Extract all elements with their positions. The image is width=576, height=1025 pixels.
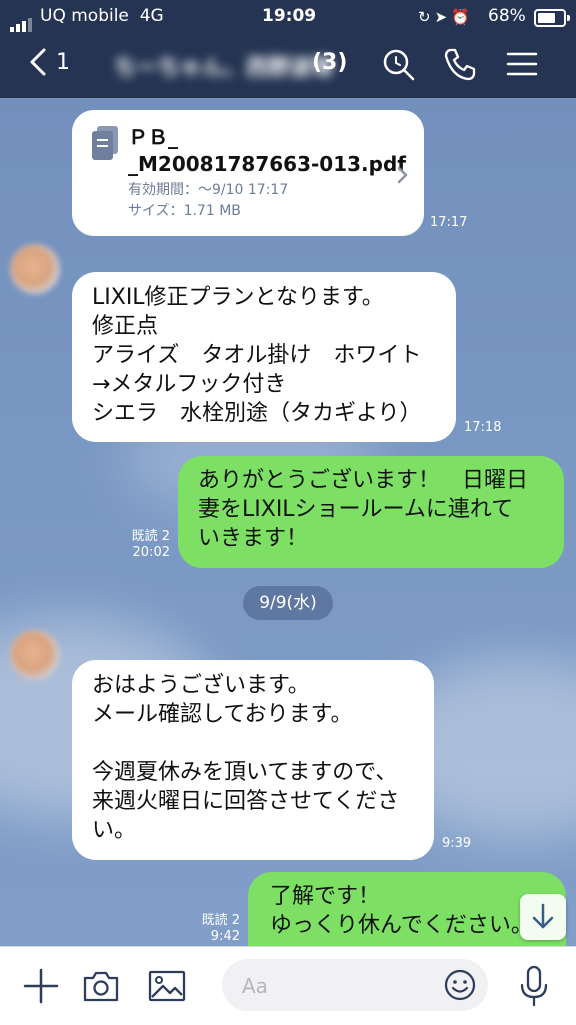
search-icon[interactable]: [380, 46, 416, 82]
status-bar: UQ mobile 4G 19:09 ↻➤⏰ 68%: [0, 0, 576, 32]
arrow-down-icon: [532, 903, 554, 929]
read-receipt: 既読 2 20:02: [126, 529, 170, 561]
message-time: 9:42: [210, 929, 240, 944]
message-time: 9:39: [442, 836, 472, 851]
file-name: ＰＢ_ _M20081787663-013.pdf: [128, 125, 406, 176]
date-divider: 9/9(水): [243, 586, 333, 620]
sender-name: [72, 632, 142, 652]
plus-icon[interactable]: [22, 967, 60, 1005]
file-expiry: 有効期間：〜9/10 17:17: [128, 182, 289, 198]
incoming-message[interactable]: おはようございます。 メール確認しております。 今週夏休みを頂いてますので、 来…: [72, 660, 434, 860]
read-receipt: 既読 2 9:42: [196, 913, 240, 945]
image-icon[interactable]: [147, 969, 187, 1003]
microphone-icon[interactable]: [518, 965, 550, 1007]
message-time: 17:18: [464, 420, 502, 435]
signal-icon: [10, 12, 34, 32]
emoji-icon[interactable]: [444, 969, 476, 1001]
unread-count[interactable]: 1: [56, 50, 70, 75]
message-input[interactable]: [240, 969, 434, 1003]
file-size: サイズ：1.71 MB: [128, 203, 241, 219]
file-message[interactable]: ＰＢ_ _M20081787663-013.pdf 有効期間：〜9/10 17:…: [72, 110, 424, 236]
menu-icon[interactable]: [504, 46, 540, 82]
sender-name: [72, 246, 142, 266]
avatar[interactable]: [10, 244, 60, 294]
member-count[interactable]: (3): [312, 50, 347, 75]
outgoing-message[interactable]: ありがとうございます！ 日曜日 妻をLIXILショールームに連れて いきます！: [178, 456, 564, 568]
chat-area[interactable]: ＰＢ_ _M20081787663-013.pdf 有効期間：〜9/10 17:…: [0, 98, 576, 946]
back-chevron-icon[interactable]: [30, 48, 46, 76]
top-bar: UQ mobile 4G 19:09 ↻➤⏰ 68% 1 ちーちゃん、西野波等 …: [0, 0, 576, 98]
chat-title[interactable]: ちーちゃん、西野波等: [92, 50, 334, 82]
chevron-right-icon: [397, 166, 408, 184]
location-icon: ➤: [434, 8, 452, 26]
message-time: 20:02: [132, 545, 170, 560]
avatar[interactable]: [10, 630, 60, 680]
document-icon: [92, 126, 118, 160]
clock: 19:09: [262, 6, 317, 26]
rotation-lock-icon: ↻: [418, 8, 435, 26]
file-meta: 有効期間：〜9/10 17:17 サイズ：1.71 MB: [128, 180, 288, 222]
message-time: 17:17: [430, 215, 468, 230]
input-bar: [0, 946, 576, 1025]
battery-icon: [534, 9, 570, 27]
status-icons: ↻➤⏰: [418, 8, 474, 26]
camera-icon[interactable]: [82, 969, 120, 1003]
outgoing-message[interactable]: 了解です！ ゆっくり休んでください。: [248, 872, 566, 946]
phone-icon[interactable]: [442, 46, 478, 82]
alarm-icon: ⏰: [451, 8, 474, 26]
message-input-box[interactable]: [222, 959, 488, 1011]
network-label: 4G: [139, 6, 164, 26]
carrier-label: UQ mobile 4G: [40, 6, 164, 26]
scroll-to-bottom-button[interactable]: [520, 894, 566, 940]
incoming-message[interactable]: LIXIL修正プランとなります。 修正点 アライズ タオル掛け ホワイト →メタ…: [72, 272, 456, 442]
battery-percent: 68%: [488, 6, 526, 26]
